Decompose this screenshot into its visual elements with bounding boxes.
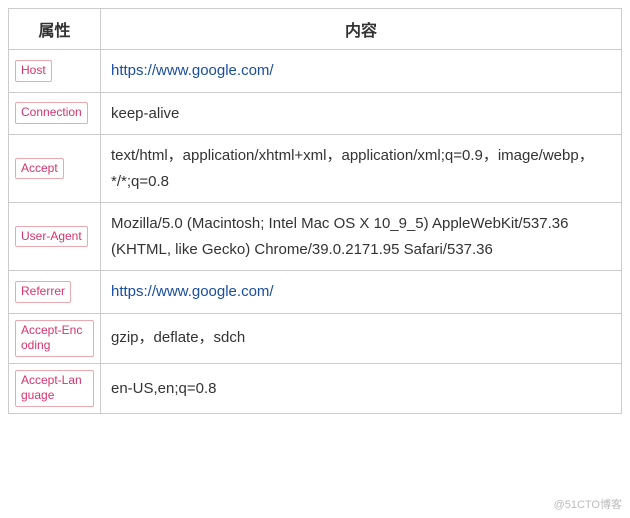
table-row: Accept text/html，application/xhtml+xml，a… [9, 135, 622, 203]
table-row: User-Agent Mozilla/5.0 (Macintosh; Intel… [9, 203, 622, 271]
table-header-row: 属性 内容 [9, 9, 622, 50]
val-cell: en-US,en;q=0.8 [101, 363, 622, 413]
watermark: @51CTO博客 [554, 496, 622, 512]
val-cell: keep-alive [101, 92, 622, 135]
attr-tag: Host [15, 60, 52, 82]
attr-cell: Host [9, 50, 101, 93]
val-cell: Mozilla/5.0 (Macintosh; Intel Mac OS X 1… [101, 203, 622, 271]
table-row: Accept-Language en-US,en;q=0.8 [9, 363, 622, 413]
attr-tag: Accept [15, 158, 64, 180]
http-headers-table: 属性 内容 Host https://www.google.com/ Conne… [8, 8, 622, 414]
val-cell: text/html，application/xhtml+xml，applicat… [101, 135, 622, 203]
attr-cell: Accept-Language [9, 363, 101, 413]
val-cell: https://www.google.com/ [101, 271, 622, 314]
attr-tag: Referrer [15, 281, 71, 303]
table-row: Referrer https://www.google.com/ [9, 271, 622, 314]
attr-cell: Accept-Encoding [9, 313, 101, 363]
table-row: Connection keep-alive [9, 92, 622, 135]
attr-cell: User-Agent [9, 203, 101, 271]
val-cell: https://www.google.com/ [101, 50, 622, 93]
val-cell: gzip，deflate，sdch [101, 313, 622, 363]
col-val-header: 内容 [101, 9, 622, 50]
attr-tag: Connection [15, 102, 88, 124]
attr-tag: Accept-Encoding [15, 320, 94, 357]
attr-cell: Connection [9, 92, 101, 135]
attr-cell: Accept [9, 135, 101, 203]
table-row: Accept-Encoding gzip，deflate，sdch [9, 313, 622, 363]
table-row: Host https://www.google.com/ [9, 50, 622, 93]
attr-tag: Accept-Language [15, 370, 94, 407]
col-attr-header: 属性 [9, 9, 101, 50]
attr-tag: User-Agent [15, 226, 88, 248]
attr-cell: Referrer [9, 271, 101, 314]
